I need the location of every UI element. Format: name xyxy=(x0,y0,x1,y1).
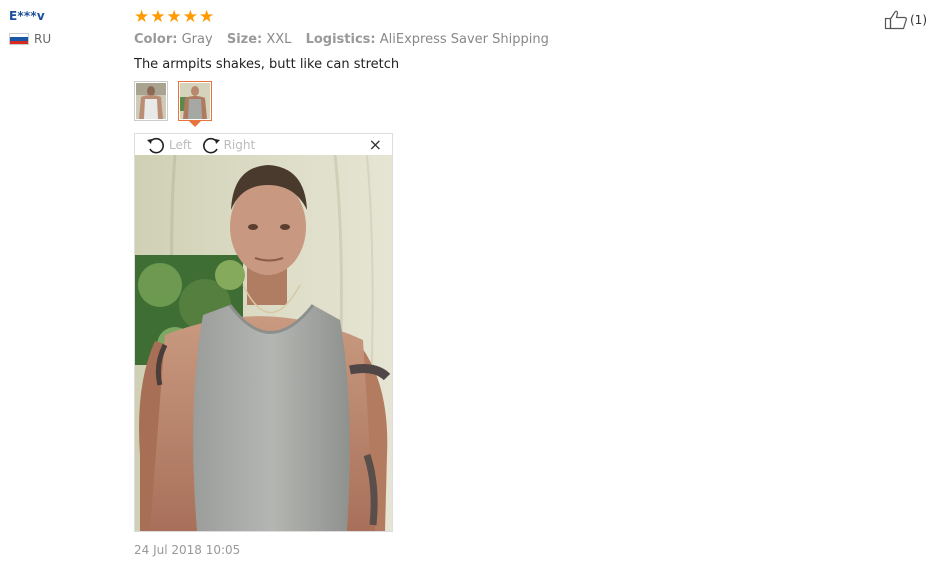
thumbnail-photo-1[interactable] xyxy=(134,81,168,121)
review-body: ★ ★ ★ ★ ★ Color: Gray Size: XXL Logistic… xyxy=(134,8,834,127)
viewer-toolbar: Left Right × xyxy=(135,134,392,155)
rotate-right-label: Right xyxy=(223,137,256,152)
helpful-button[interactable]: (1) xyxy=(884,9,927,31)
attr-color-value: Gray xyxy=(181,32,213,47)
attr-logistics-label: Logistics: xyxy=(305,32,376,47)
attr-size-value: XXL xyxy=(266,32,292,47)
photo-viewer: Left Right × xyxy=(134,133,393,532)
thumbnail-photo-2[interactable] xyxy=(178,81,212,127)
order-attributes: Color: Gray Size: XXL Logistics: AliExpr… xyxy=(134,32,834,47)
reviewer-country: RU xyxy=(9,32,51,46)
thumbs-up-icon xyxy=(884,10,907,30)
thumbnail-image xyxy=(136,83,166,119)
thumbnail-image xyxy=(180,83,210,119)
reviewer-info: E***v RU xyxy=(9,9,51,46)
review-photo xyxy=(135,155,392,531)
reviewer-name: E***v xyxy=(9,9,45,23)
review-date: 24 Jul 2018 10:05 xyxy=(134,543,241,557)
active-thumbnail-pointer xyxy=(189,121,201,127)
russia-flag-icon xyxy=(9,33,29,45)
star-icon: ★ xyxy=(150,7,166,27)
rotate-left-button[interactable]: Left xyxy=(145,136,192,154)
star-icon: ★ xyxy=(134,7,150,27)
country-code: RU xyxy=(34,32,52,46)
star-icon: ★ xyxy=(199,7,215,27)
rotate-left-label: Left xyxy=(169,137,192,152)
photo-thumbnails xyxy=(134,81,834,127)
star-rating: ★ ★ ★ ★ ★ xyxy=(134,8,834,26)
attr-logistics-value: AliExpress Saver Shipping xyxy=(379,32,549,47)
attr-color-label: Color: xyxy=(134,32,178,47)
attr-size-label: Size: xyxy=(226,32,263,47)
rotate-right-button[interactable]: Right xyxy=(200,136,256,154)
star-icon: ★ xyxy=(166,7,182,27)
review-text: The armpits shakes, butt like can stretc… xyxy=(134,57,400,72)
helpful-count: (1) xyxy=(910,13,927,27)
star-icon: ★ xyxy=(182,7,198,27)
rotate-left-icon xyxy=(147,137,164,153)
close-viewer-button[interactable]: × xyxy=(369,136,382,154)
rotate-right-icon xyxy=(202,137,220,153)
